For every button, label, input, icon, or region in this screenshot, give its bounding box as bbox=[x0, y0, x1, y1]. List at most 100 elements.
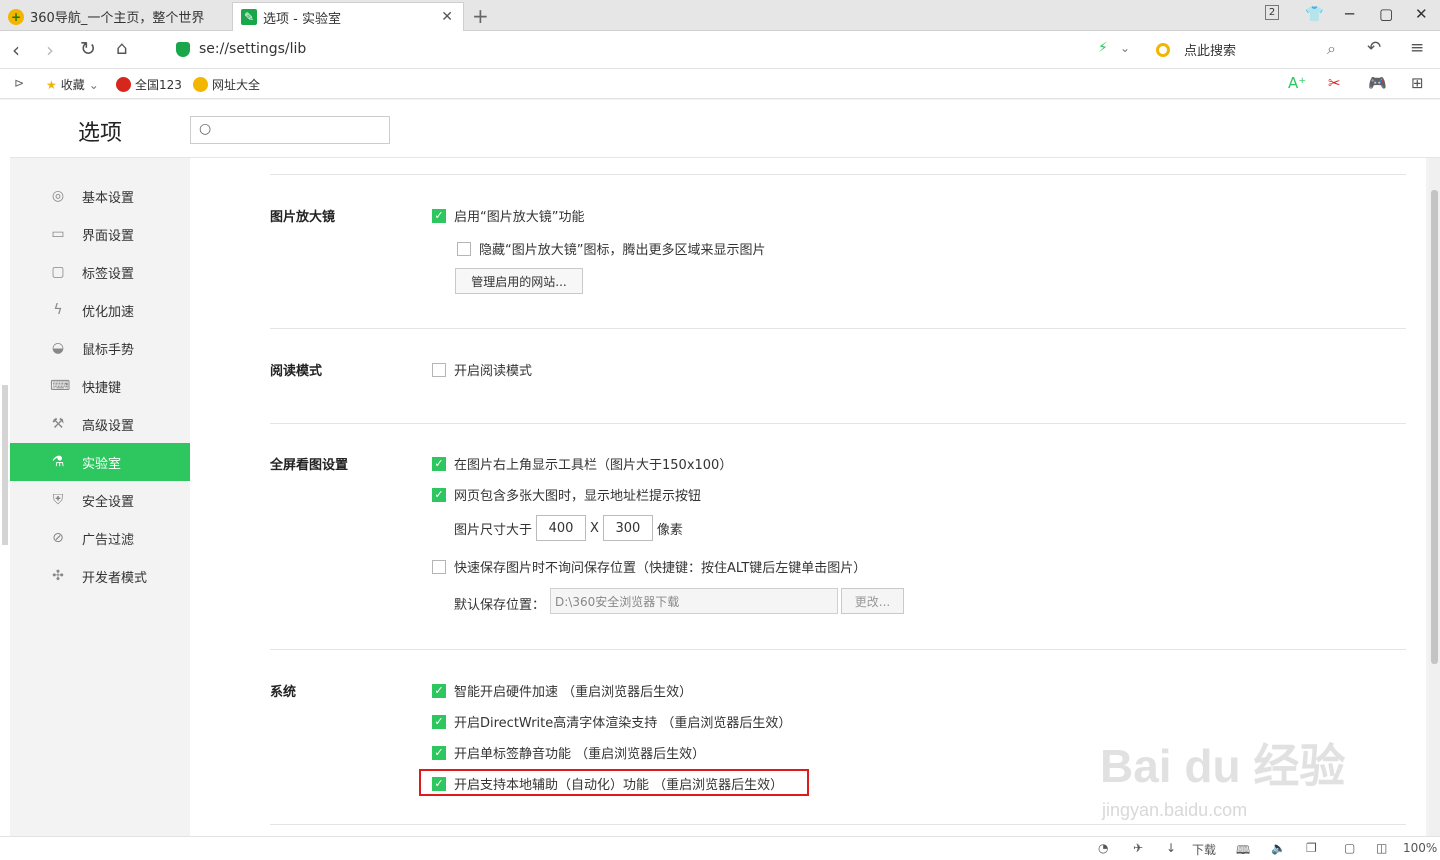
sidebar-item-basic[interactable]: ◎ 基本设置 bbox=[10, 177, 190, 215]
tab-title: 选项 - 实验室 bbox=[263, 11, 341, 27]
download-label[interactable]: 下载 bbox=[1192, 841, 1216, 858]
keyboard-icon: ⌨ bbox=[50, 378, 71, 394]
quicksave-option[interactable]: 快速保存图片时不询问保存位置（快捷键：按住ALT键后左键单击图片） bbox=[432, 557, 866, 576]
checkbox-checked[interactable]: ✓ bbox=[432, 487, 446, 502]
reload-button[interactable]: ↻ bbox=[80, 38, 96, 60]
hw-accel-option[interactable]: ✓ 智能开启硬件加速 （重启浏览器后生效） bbox=[432, 681, 692, 700]
option-label: 开启单标签静音功能 （重启浏览器后生效） bbox=[454, 747, 706, 762]
search-icon[interactable]: ⌕ bbox=[1327, 39, 1336, 59]
sidebar-item-lab[interactable]: ⚗ 实验室 bbox=[10, 443, 190, 481]
search-placeholder: 点此搜索 bbox=[1184, 44, 1237, 59]
lightning-icon[interactable]: ⚡ bbox=[1098, 40, 1108, 56]
speed-icon[interactable]: ◔ bbox=[1098, 841, 1108, 855]
close-window-button[interactable]: ✕ bbox=[1415, 5, 1428, 23]
scrollbar-thumb[interactable] bbox=[1431, 190, 1438, 664]
divider bbox=[270, 174, 1406, 175]
checkbox-unchecked[interactable] bbox=[432, 362, 446, 377]
magnifier-enable-option[interactable]: ✓ 启用“图片放大镜”功能 bbox=[432, 206, 584, 225]
new-tab-button[interactable]: + bbox=[472, 4, 489, 28]
block-icon: ⊘ bbox=[52, 530, 64, 546]
undo-icon[interactable]: ↶ bbox=[1367, 38, 1381, 58]
sidebar-item-adblock[interactable]: ⊘ 广告过滤 bbox=[10, 519, 190, 557]
download-icon[interactable]: ↓ bbox=[1166, 841, 1176, 855]
bookmark-label: 网址大全 bbox=[212, 78, 261, 92]
fullscreen-toolbar-option[interactable]: ✓ 在图片右上角显示工具栏（图片大于150x100） bbox=[432, 454, 732, 473]
sidebar-item-label: 标签设置 bbox=[82, 266, 135, 282]
translate-icon[interactable]: A⁺ bbox=[1288, 74, 1306, 92]
option-label: 快速保存图片时不询问保存位置（快捷键：按住ALT键后左键单击图片） bbox=[454, 561, 867, 576]
change-path-button[interactable]: 更改... bbox=[841, 588, 904, 614]
skin-icon[interactable]: 👕 bbox=[1305, 5, 1324, 23]
magnifier-hide-option[interactable]: 隐藏“图片放大镜”图标，腾出更多区域来显示图片 bbox=[457, 239, 765, 258]
tab-mute-option[interactable]: ✓ 开启单标签静音功能 （重启浏览器后生效） bbox=[432, 743, 705, 762]
manage-sites-button[interactable]: 管理启用的网站... bbox=[455, 268, 583, 294]
close-icon[interactable]: ✕ bbox=[441, 9, 453, 25]
fullscreen-addrbar-option[interactable]: ✓ 网页包含多张大图时，显示地址栏提示按钮 bbox=[432, 485, 701, 504]
sound-icon[interactable]: 🔈 bbox=[1271, 841, 1286, 855]
tab-bar: + 360导航_一个主页，整个世界 ✎ 选项 - 实验室 ✕ + 2 👕 ─ ▢… bbox=[0, 0, 1440, 31]
checkbox-checked[interactable]: ✓ bbox=[432, 745, 446, 760]
page-title: 选项 bbox=[78, 121, 123, 146]
minimize-button[interactable]: ─ bbox=[1345, 5, 1354, 23]
checkbox-unchecked[interactable] bbox=[457, 241, 471, 256]
reader-icon[interactable]: 🕮 bbox=[1236, 841, 1250, 860]
search-engine-box[interactable]: 点此搜索 bbox=[1156, 40, 1236, 59]
sidebar-item-label: 广告过滤 bbox=[82, 532, 135, 548]
sidebar-item-label: 实验室 bbox=[82, 456, 122, 472]
sidebar-item-security[interactable]: ⛨ 安全设置 bbox=[10, 481, 190, 519]
tab-settings-lab[interactable]: ✎ 选项 - 实验室 ✕ bbox=[232, 2, 464, 31]
option-label: 启用“图片放大镜”功能 bbox=[454, 210, 585, 225]
bookmark-url-directory[interactable]: 网址大全 bbox=[193, 76, 260, 93]
page-left-edge bbox=[0, 100, 10, 836]
maximize-button[interactable]: ▢ bbox=[1379, 5, 1393, 23]
game-icon[interactable]: 🎮 bbox=[1368, 74, 1387, 92]
bookmark-favorites[interactable]: ★ 收藏 ⌄ bbox=[46, 76, 99, 93]
edge-marker bbox=[2, 385, 8, 545]
back-button[interactable]: ‹ bbox=[12, 38, 20, 62]
sidebar-toggle-icon[interactable]: ⊳ bbox=[14, 76, 24, 90]
scissors-icon[interactable]: ✂ bbox=[1328, 74, 1341, 92]
apps-icon[interactable]: ⊞ bbox=[1411, 74, 1424, 92]
vertical-scrollbar[interactable] bbox=[1429, 158, 1440, 836]
wrench-icon: ⚒ bbox=[51, 416, 65, 432]
width-input[interactable]: 400 bbox=[536, 515, 587, 541]
section-title-fullscreen: 全屏看图设置 bbox=[270, 458, 349, 473]
window-icon[interactable]: ❐ bbox=[1306, 841, 1317, 855]
sidebar-item-developer[interactable]: ✣ 开发者模式 bbox=[10, 557, 190, 595]
tab-count-badge[interactable]: 2 bbox=[1265, 5, 1279, 20]
sidebar-item-mouse-gesture[interactable]: ◒ 鼠标手势 bbox=[10, 329, 190, 367]
checkbox-checked[interactable]: ✓ bbox=[432, 456, 446, 471]
url-input[interactable]: se://settings/lib bbox=[199, 41, 306, 57]
checkbox-checked[interactable]: ✓ bbox=[432, 208, 446, 223]
tab-360-nav[interactable]: + 360导航_一个主页，整个世界 bbox=[0, 2, 230, 31]
height-input[interactable]: 300 bbox=[602, 515, 653, 541]
checkbox-unchecked[interactable] bbox=[432, 559, 446, 574]
checkbox-checked[interactable]: ✓ bbox=[432, 714, 446, 729]
mouse-icon: ◒ bbox=[51, 340, 65, 356]
sidebar-item-optimize[interactable]: ϟ 优化加速 bbox=[10, 291, 190, 329]
settings-search-input[interactable]: ○ bbox=[190, 116, 390, 144]
forward-button[interactable]: › bbox=[46, 38, 54, 62]
split-icon[interactable]: ◫ bbox=[1376, 841, 1387, 855]
home-button[interactable]: ⌂ bbox=[116, 38, 127, 59]
watermark-brand: Bai du 经验 bbox=[1100, 740, 1346, 792]
reading-mode-option[interactable]: 开启阅读模式 bbox=[432, 360, 532, 379]
directwrite-option[interactable]: ✓ 开启DirectWrite高清字体渲染支持 （重启浏览器后生效） bbox=[432, 712, 791, 731]
sidebar-item-advanced[interactable]: ⚒ 高级设置 bbox=[10, 405, 190, 443]
sidebar-item-shortcuts[interactable]: ⌨ 快捷键 bbox=[10, 367, 190, 405]
chevron-down-icon[interactable]: ⌄ bbox=[1120, 41, 1130, 55]
page-icon[interactable]: ▢ bbox=[1344, 841, 1355, 855]
gear-icon: ◎ bbox=[51, 188, 65, 204]
bookmark-national123[interactable]: 全国123 bbox=[116, 76, 182, 93]
sidebar-item-tabs[interactable]: ▢ 标签设置 bbox=[10, 253, 190, 291]
menu-icon[interactable]: ≡ bbox=[1410, 38, 1424, 58]
emblem-icon bbox=[116, 77, 131, 92]
sidebar-item-label: 高级设置 bbox=[82, 418, 135, 434]
sidebar-item-interface[interactable]: ▭ 界面设置 bbox=[10, 215, 190, 253]
rocket-icon[interactable]: ✈ bbox=[1133, 841, 1143, 855]
checkbox-checked[interactable]: ✓ bbox=[432, 683, 446, 698]
zoom-level[interactable]: 100% bbox=[1403, 841, 1437, 855]
divider bbox=[270, 824, 1406, 825]
search-icon: ○ bbox=[199, 121, 212, 137]
settings-sidebar: ◎ 基本设置 ▭ 界面设置 ▢ 标签设置 ϟ 优化加速 ◒ 鼠标手势 ⌨ 快捷键 ⚒ 高级设置… bbox=[10, 158, 190, 836]
